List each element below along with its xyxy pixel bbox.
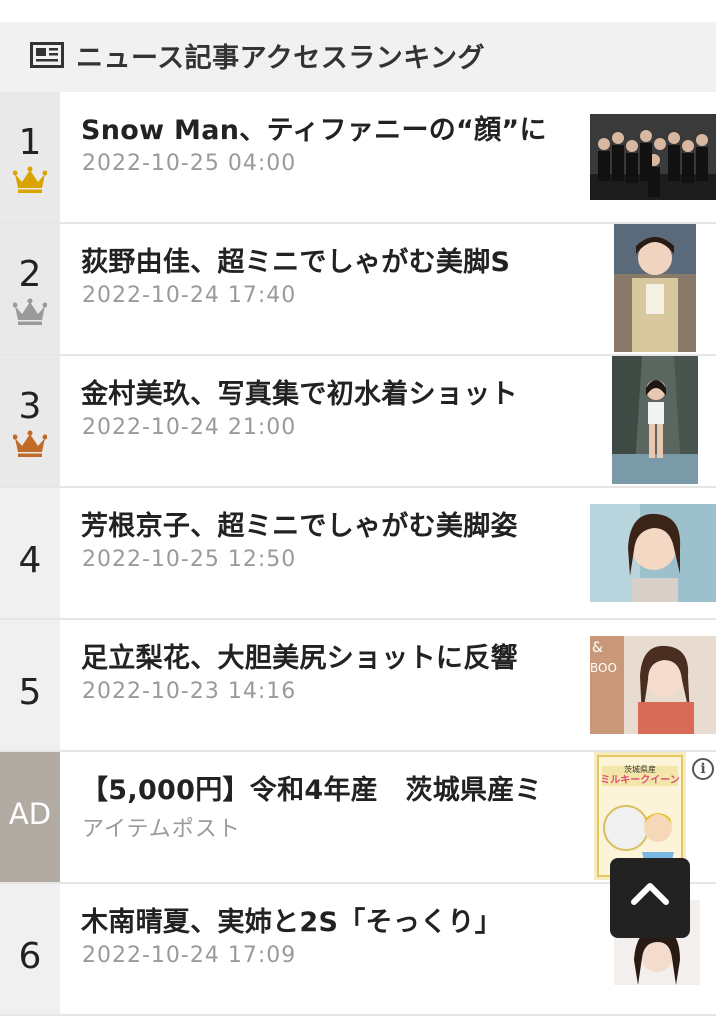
rank-badge: 5 <box>0 620 60 750</box>
scroll-to-top-button[interactable] <box>610 858 690 938</box>
gold-crown-icon <box>13 166 47 193</box>
ranking-item-2[interactable]: 2 荻野由佳、超ミニでしゃがむ美脚S 2022-10-24 17:40 <box>0 224 716 356</box>
rank-badge: 2 <box>0 224 60 354</box>
ranking-item-1[interactable]: 1 Snow Man、ティファニーの“顔”に 2022-10-25 04:00 <box>0 92 716 224</box>
ad-advertiser: アイテムポスト <box>82 817 241 842</box>
rank-badge: 4 <box>0 488 60 618</box>
ranking-item-6[interactable]: 6 木南晴夏、実姉と2S「そっくり」 2022-10-24 17:09 <box>0 884 716 1016</box>
article-title[interactable]: 芳根京子、超ミニでしゃがむ美脚姿 <box>81 504 581 543</box>
rank-number: 5 <box>18 672 42 713</box>
top-strip <box>0 0 716 22</box>
svg-text:BOO: BOO <box>590 661 617 675</box>
rank-badge: 1 <box>0 92 60 222</box>
rank-number: 2 <box>18 254 42 295</box>
article-thumbnail[interactable] <box>590 114 716 200</box>
article-date: 2022-10-24 17:09 <box>82 943 297 968</box>
article-date: 2022-10-24 17:40 <box>82 283 297 308</box>
article-date: 2022-10-24 21:00 <box>82 415 297 440</box>
rank-number: 6 <box>18 936 42 977</box>
article-title[interactable]: 木南晴夏、実姉と2S「そっくり」 <box>81 900 581 939</box>
newspaper-icon <box>30 42 64 68</box>
article-date: 2022-10-25 12:50 <box>82 547 297 572</box>
ranking-item-5[interactable]: 5 足立梨花、大胆美尻ショットに反響 2022-10-23 14:16 & BO… <box>0 620 716 752</box>
rank-badge: 3 <box>0 356 60 486</box>
chevron-up-icon <box>631 883 669 905</box>
rank-badge: 6 <box>0 884 60 1014</box>
ad-title[interactable]: 【5,000円】令和4年産 茨城県産ミ <box>81 768 581 807</box>
ranking-item-3[interactable]: 3 金村美玖、写真集で初水着ショット 2022-10-24 21:00 <box>0 356 716 488</box>
bronze-crown-icon <box>13 430 47 457</box>
section-title: ニュース記事アクセスランキング <box>76 43 485 74</box>
article-title[interactable]: 荻野由佳、超ミニでしゃがむ美脚S <box>81 240 581 279</box>
article-date: 2022-10-25 04:00 <box>82 151 297 176</box>
rank-number: 1 <box>18 122 42 163</box>
article-title[interactable]: Snow Man、ティファニーの“顔”に <box>81 108 581 147</box>
article-thumbnail[interactable]: & BOO <box>590 636 716 734</box>
ad-item[interactable]: AD 【5,000円】令和4年産 茨城県産ミ アイテムポスト 茨城県産 ミルキー… <box>0 752 716 884</box>
article-thumbnail[interactable] <box>614 224 696 352</box>
ad-info-icon[interactable]: i <box>692 758 714 780</box>
svg-text:茨城県産: 茨城県産 <box>624 764 656 774</box>
article-thumbnail[interactable] <box>590 504 716 602</box>
rank-number: 4 <box>18 540 42 581</box>
ad-badge: AD <box>0 752 60 882</box>
article-date: 2022-10-23 14:16 <box>82 679 297 704</box>
article-title[interactable]: 金村美玖、写真集で初水着ショット <box>81 372 581 411</box>
ranking-item-4[interactable]: 4 芳根京子、超ミニでしゃがむ美脚姿 2022-10-25 12:50 <box>0 488 716 620</box>
svg-text:&: & <box>592 640 603 656</box>
svg-text:ミルキークイーン: ミルキークイーン <box>600 774 680 786</box>
article-thumbnail[interactable] <box>612 356 698 484</box>
ad-label: AD <box>8 797 52 831</box>
article-title[interactable]: 足立梨花、大胆美尻ショットに反響 <box>81 636 581 675</box>
rank-number: 3 <box>18 386 42 427</box>
silver-crown-icon <box>13 298 47 325</box>
